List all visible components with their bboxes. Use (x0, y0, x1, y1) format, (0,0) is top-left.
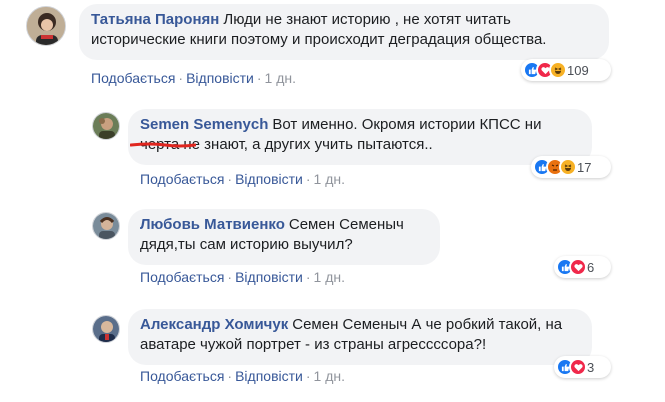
like-link[interactable]: Подобається (140, 269, 224, 285)
avatar-photo (93, 113, 119, 139)
reaction-count: 3 (587, 359, 595, 375)
comment-time[interactable]: 1 дн. (314, 269, 345, 285)
avatar[interactable] (92, 212, 120, 240)
separator-dot: · (178, 70, 184, 86)
reaction-count: 17 (577, 159, 592, 175)
like-link[interactable]: Подобається (140, 368, 224, 384)
avatar-photo (93, 213, 119, 239)
comment-time[interactable]: 1 дн. (314, 171, 345, 187)
comment-bubble: Александр Хомичук Семен Семеныч А че робк… (128, 309, 592, 365)
like-link[interactable]: Подобається (91, 70, 175, 86)
comment-actions: Подобається · Відповісти · 1 дн. (140, 269, 345, 285)
reactions-summary[interactable]: 17 (531, 156, 611, 178)
reply-link[interactable]: Відповісти (235, 171, 303, 187)
comment-author[interactable]: Semen Semenych (140, 116, 268, 133)
separator-dot: · (227, 269, 233, 285)
separator-dot: · (305, 368, 311, 384)
reaction-count: 109 (567, 62, 589, 78)
separator-dot: · (227, 171, 233, 187)
avatar[interactable] (26, 6, 66, 46)
reply-link[interactable]: Відповісти (186, 70, 254, 86)
comment-bubble: Любовь Матвиенко Семен Семеныч дядя,ты са… (128, 209, 440, 265)
comment-actions: Подобається · Відповісти · 1 дн. (140, 368, 345, 384)
separator-dot: · (256, 70, 262, 86)
avatar-photo (27, 7, 65, 45)
reactions-summary[interactable]: 109 (521, 59, 611, 81)
reply-link[interactable]: Відповісти (235, 269, 303, 285)
reactions-summary[interactable]: 3 (554, 356, 611, 378)
comment-author[interactable]: Любовь Матвиенко (140, 216, 285, 233)
reactions-summary[interactable]: 6 (554, 256, 611, 278)
avatar[interactable] (92, 112, 120, 140)
comment-time[interactable]: 1 дн. (314, 368, 345, 384)
haha-icon (559, 158, 577, 176)
love-icon (569, 258, 587, 276)
comment-author[interactable]: Татьяна Паронян (91, 11, 219, 28)
avatar[interactable] (92, 315, 120, 343)
comment-bubble: Semen Semenych Вот именно. Окромя истории… (128, 109, 592, 165)
like-link[interactable]: Подобається (140, 171, 224, 187)
separator-dot: · (305, 269, 311, 285)
red-scribble (130, 142, 196, 148)
separator-dot: · (227, 368, 233, 384)
comment-author[interactable]: Александр Хомичук (140, 316, 288, 333)
separator-dot: · (305, 171, 311, 187)
comment-bubble: Татьяна Паронян Люди не знают историю , н… (79, 4, 609, 60)
love-icon (569, 358, 587, 376)
comment-actions: Подобається · Відповісти · 1 дн. (140, 171, 345, 187)
haha-icon (549, 61, 567, 79)
comment-actions: Подобається · Відповісти · 1 дн. (91, 70, 296, 86)
reaction-count: 6 (587, 259, 595, 275)
avatar-photo (93, 316, 119, 342)
reply-link[interactable]: Відповісти (235, 368, 303, 384)
comment-time[interactable]: 1 дн. (265, 70, 296, 86)
